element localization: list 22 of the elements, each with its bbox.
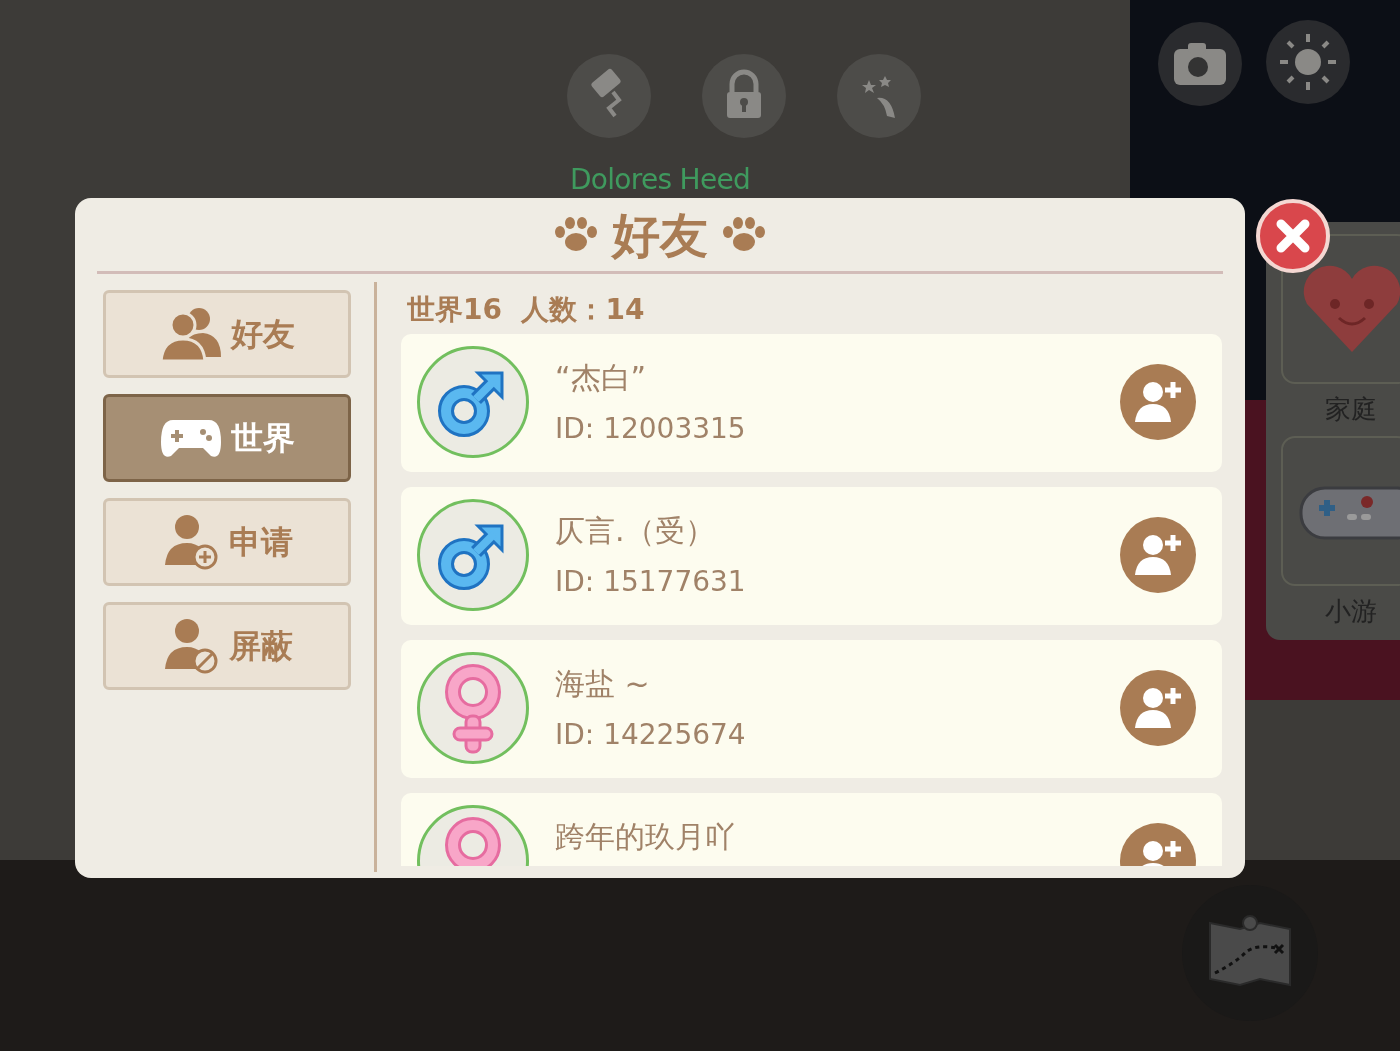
player-name: “杰白” (555, 360, 648, 396)
player-row[interactable]: 仄言.（受） ID: 15177631 (401, 487, 1222, 625)
player-name: 跨年的玖月吖 (555, 819, 736, 855)
tab[interactable]: 申请 (103, 498, 351, 586)
player-row[interactable]: “杰白” ID: 12003315 (401, 334, 1222, 472)
tab[interactable]: 世界 (103, 394, 351, 482)
player-name: Dolores Heed (570, 164, 751, 196)
list-header: 世界16 人数：14 (406, 292, 646, 328)
friends-tab-icon (159, 305, 223, 363)
paw-icon (722, 215, 766, 254)
tab[interactable]: 屏蔽 (103, 602, 351, 690)
player-id: ID: 14225674 (555, 718, 747, 752)
player-name: 海盐 ~ (555, 666, 651, 702)
side-panel-tile[interactable] (1281, 436, 1400, 586)
paw-icon (554, 215, 598, 254)
player-name: 仄言.（受） (555, 513, 716, 549)
player-id: ID: 15177631 (555, 565, 747, 599)
player-row[interactable]: 跨年的玖月吖 (401, 793, 1222, 866)
dialog-title: 好友 (612, 206, 708, 263)
player-id: ID: 12003315 (555, 412, 747, 446)
player-row[interactable]: 海盐 ~ ID: 14225674 (401, 640, 1222, 778)
tab[interactable]: 好友 (103, 290, 351, 378)
